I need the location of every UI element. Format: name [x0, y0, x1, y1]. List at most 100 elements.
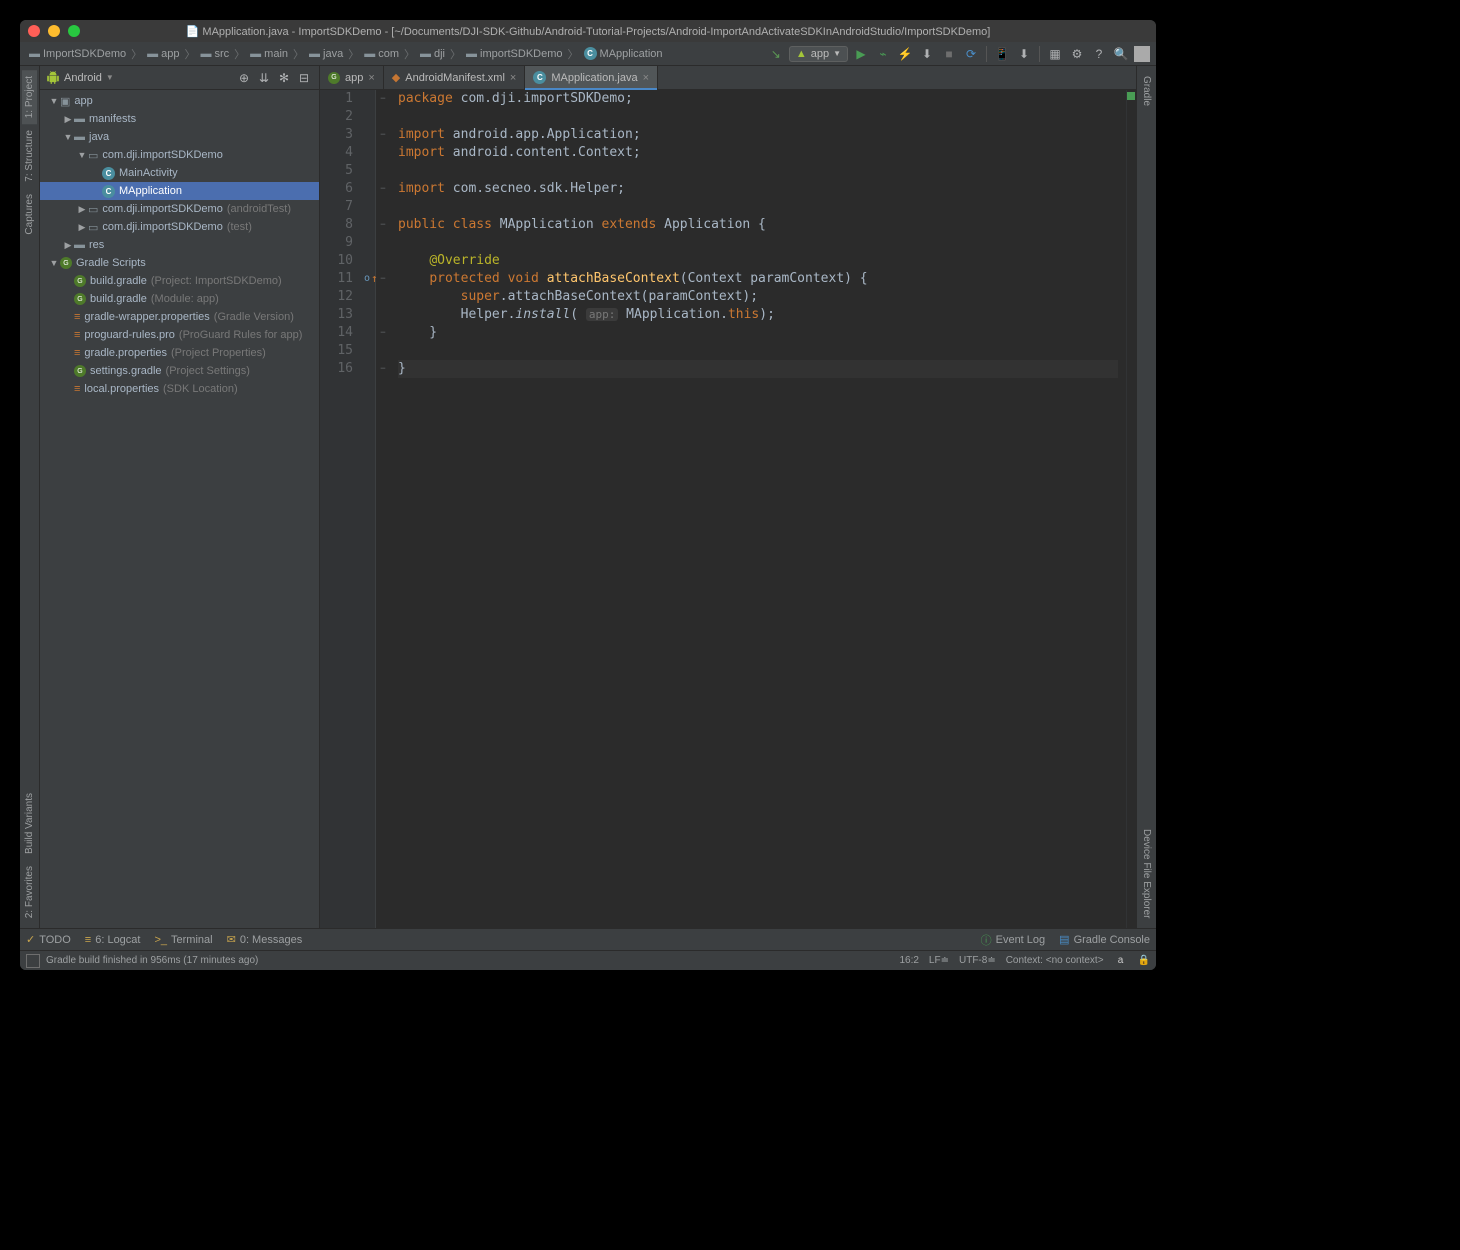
editor-tab[interactable]: CMApplication.java× [525, 66, 658, 89]
bottom-tab[interactable]: ▤Gradle Console [1059, 932, 1150, 948]
bottom-tab[interactable]: ≡6: Logcat [85, 933, 141, 946]
tool-window-tab[interactable]: 2: Favorites [22, 860, 37, 924]
tree-row[interactable]: Gbuild.gradle(Module: app) [40, 290, 319, 308]
breadcrumb-item[interactable]: ▬java [306, 47, 346, 61]
tree-row[interactable]: ▶▬res [40, 236, 319, 254]
sidebar-view-selector[interactable]: Android ▼ [46, 71, 114, 85]
tree-row[interactable]: ▼▣app [40, 92, 319, 110]
fold-handle[interactable] [376, 306, 390, 324]
make-button[interactable]: ↘ [767, 45, 785, 63]
search-everywhere-button[interactable]: 🔍 [1112, 45, 1130, 63]
zoom-window-button[interactable] [68, 25, 80, 37]
tree-arrow[interactable]: ▶ [62, 240, 74, 251]
editor-tab[interactable]: ◆AndroidManifest.xml× [384, 66, 526, 89]
fold-handle[interactable]: − [376, 90, 390, 108]
tree-arrow[interactable]: ▶ [76, 222, 88, 233]
project-tree[interactable]: ▼▣app▶▬manifests▼▬java▼▭com.dji.importSD… [40, 90, 319, 928]
tree-arrow[interactable]: ▼ [48, 96, 60, 106]
run-button[interactable]: ▶ [852, 45, 870, 63]
bottom-tab[interactable]: ⓘEvent Log [981, 932, 1046, 948]
override-gutter-icon[interactable]: o [364, 270, 370, 288]
breadcrumb-item[interactable]: ▬com [361, 47, 402, 61]
code-area[interactable]: package com.dji.importSDKDemo; import an… [390, 90, 1126, 928]
sdk-button[interactable]: ⬇ [1015, 45, 1033, 63]
tree-row[interactable]: Gbuild.gradle(Project: ImportSDKDemo) [40, 272, 319, 290]
tree-row[interactable]: ▶▭com.dji.importSDKDemo(test) [40, 218, 319, 236]
tree-row[interactable]: CMainActivity [40, 164, 319, 182]
fold-handle[interactable] [376, 252, 390, 270]
tree-row[interactable]: ≡proguard-rules.pro(ProGuard Rules for a… [40, 326, 319, 344]
fold-handle[interactable]: − [376, 270, 390, 288]
tree-arrow[interactable]: ▼ [62, 132, 74, 142]
profile-button[interactable]: ⚡ [896, 45, 914, 63]
run-config-selector[interactable]: ▲ app ▼ [789, 46, 848, 62]
error-stripe[interactable] [1126, 90, 1136, 928]
fold-handle[interactable]: − [376, 180, 390, 198]
tree-arrow[interactable]: ▼ [76, 150, 88, 160]
tree-row[interactable]: Gsettings.gradle(Project Settings) [40, 362, 319, 380]
collapse-all-button[interactable]: ⇊ [255, 69, 273, 87]
avd-button[interactable]: 📱 [993, 45, 1011, 63]
status-line-col[interactable]: 16:2 [899, 955, 918, 966]
fold-handle[interactable] [376, 342, 390, 360]
tree-row[interactable]: ≡gradle-wrapper.properties(Gradle Versio… [40, 308, 319, 326]
tree-row[interactable]: ≡gradle.properties(Project Properties) [40, 344, 319, 362]
bottom-tab[interactable]: ✉0: Messages [227, 933, 303, 946]
breadcrumb-item[interactable]: CMApplication [581, 46, 666, 61]
breadcrumb-item[interactable]: ▬main [247, 47, 291, 61]
close-tab-button[interactable]: × [643, 72, 649, 84]
editor-tab[interactable]: Gapp× [320, 66, 384, 89]
user-button[interactable] [1134, 46, 1150, 62]
fold-handle[interactable] [376, 144, 390, 162]
fold-handle[interactable]: − [376, 126, 390, 144]
tree-row[interactable]: ▼GGradle Scripts [40, 254, 319, 272]
tree-arrow[interactable]: ▼ [48, 258, 60, 268]
status-line-sep[interactable]: LF≐ [929, 955, 949, 966]
close-tab-button[interactable]: × [368, 72, 374, 84]
project-structure-button[interactable]: ▦ [1046, 45, 1064, 63]
fold-handle[interactable]: − [376, 360, 390, 378]
settings-button[interactable]: ⚙ [1068, 45, 1086, 63]
sync-button[interactable]: ⟳ [962, 45, 980, 63]
debug-button[interactable]: ⌁ [874, 45, 892, 63]
tree-row[interactable]: ▼▭com.dji.importSDKDemo [40, 146, 319, 164]
help-button[interactable]: ? [1090, 45, 1108, 63]
tree-row[interactable]: ▼▬java [40, 128, 319, 146]
minimize-window-button[interactable] [48, 25, 60, 37]
tool-window-tab[interactable]: Build Variants [22, 787, 37, 860]
tool-window-tab[interactable]: 1: Project [22, 70, 37, 124]
fold-handle[interactable] [376, 288, 390, 306]
tool-window-tab[interactable]: Gradle [1139, 70, 1154, 112]
attach-button[interactable]: ⬇ [918, 45, 936, 63]
fold-handle[interactable]: − [376, 216, 390, 234]
tree-arrow[interactable]: ▶ [62, 114, 74, 125]
editor[interactable]: 12345678910111213141516 o ↑ −−−−−−− pack… [320, 90, 1136, 928]
status-inspect-icon[interactable]: a [1114, 955, 1128, 966]
status-square-icon[interactable] [26, 954, 40, 968]
close-tab-button[interactable]: × [510, 72, 516, 84]
status-context[interactable]: Context: <no context> [1006, 955, 1104, 966]
bottom-tab[interactable]: >_Terminal [154, 933, 212, 946]
tool-window-tab[interactable]: Device File Explorer [1139, 823, 1154, 924]
fold-handle[interactable] [376, 234, 390, 252]
bottom-tab[interactable]: ✓TODO [26, 933, 71, 946]
fold-handle[interactable]: − [376, 324, 390, 342]
tree-row[interactable]: CMApplication [40, 182, 319, 200]
tree-row[interactable]: ≡local.properties(SDK Location) [40, 380, 319, 398]
breadcrumb-item[interactable]: ▬app [144, 47, 182, 61]
tool-window-tab[interactable]: 7: Structure [22, 124, 37, 188]
fold-handle[interactable] [376, 198, 390, 216]
tool-window-tab[interactable]: Captures [22, 188, 37, 241]
breadcrumb-item[interactable]: ▬ImportSDKDemo [26, 47, 129, 61]
tree-row[interactable]: ▶▬manifests [40, 110, 319, 128]
scroll-from-source-button[interactable]: ⊕ [235, 69, 253, 87]
sidebar-settings-button[interactable]: ✻ [275, 69, 293, 87]
status-lock-icon[interactable]: 🔒 [1138, 955, 1150, 966]
fold-handle[interactable] [376, 108, 390, 126]
tree-row[interactable]: ▶▭com.dji.importSDKDemo(androidTest) [40, 200, 319, 218]
breadcrumb-item[interactable]: ▬src [198, 47, 233, 61]
breadcrumb-item[interactable]: ▬dji [417, 47, 448, 61]
hide-sidebar-button[interactable]: ⊟ [295, 69, 313, 87]
status-encoding[interactable]: UTF-8≐ [959, 955, 996, 966]
fold-handle[interactable] [376, 162, 390, 180]
